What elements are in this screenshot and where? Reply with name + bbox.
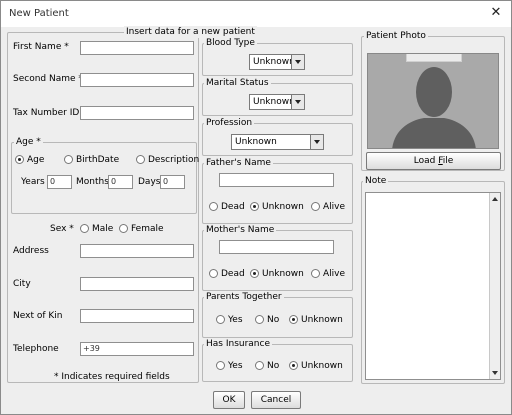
parents-yes-radio[interactable] — [216, 315, 225, 324]
blood-type-value: Unknown — [253, 57, 295, 67]
avatar-silhouette-icon — [392, 67, 476, 148]
profession-select[interactable]: Unknown — [231, 134, 324, 150]
first-name-label: First Name * — [13, 42, 69, 52]
father-dead-label: Dead — [221, 202, 245, 212]
sex-label: Sex * — [50, 224, 74, 234]
scroll-up-icon[interactable] — [492, 197, 498, 201]
chevron-down-icon[interactable] — [291, 55, 304, 69]
male-radio[interactable] — [80, 224, 89, 233]
new-patient-dialog: New Patient ✕ Insert data for a new pati… — [0, 0, 512, 415]
mother-dead-radio[interactable] — [209, 269, 218, 278]
first-name-field[interactable] — [80, 41, 194, 55]
address-field[interactable] — [80, 244, 194, 258]
father-alive-label: Alive — [323, 202, 346, 212]
required-fields-note: * Indicates required fields — [54, 372, 170, 382]
chevron-down-icon[interactable] — [291, 95, 304, 109]
insurance-yes-label: Yes — [228, 361, 243, 371]
age-option-label: Age — [27, 155, 45, 165]
patient-photo — [367, 53, 499, 149]
female-label: Female — [131, 224, 164, 234]
father-unknown-radio[interactable] — [250, 202, 259, 211]
parents-together-legend: Parents Together — [204, 291, 284, 303]
profession-legend: Profession — [204, 117, 255, 129]
tax-number-label: Tax Number ID — [13, 108, 80, 118]
parents-unknown-label: Unknown — [301, 315, 343, 325]
note-textarea[interactable] — [365, 192, 501, 380]
marital-status-value: Unknown — [253, 97, 295, 107]
scroll-down-icon[interactable] — [492, 371, 498, 375]
father-alive-radio[interactable] — [311, 202, 320, 211]
age-radio[interactable] — [15, 155, 24, 164]
months-label: Months — [76, 177, 109, 187]
parents-no-label: No — [267, 315, 280, 325]
has-insurance-legend: Has Insurance — [204, 338, 272, 350]
blood-type-legend: Blood Type — [204, 37, 257, 49]
insurance-yes-radio[interactable] — [216, 361, 225, 370]
address-label: Address — [13, 246, 49, 256]
years-field[interactable]: 0 — [47, 175, 72, 189]
days-label: Days — [138, 177, 161, 187]
patient-photo-legend: Patient Photo — [364, 30, 428, 42]
marital-status-select[interactable]: Unknown — [249, 94, 305, 110]
months-field[interactable]: 0 — [108, 175, 133, 189]
insurance-unknown-label: Unknown — [301, 361, 343, 371]
mother-unknown-label: Unknown — [262, 269, 304, 279]
mother-dead-label: Dead — [221, 269, 245, 279]
city-field[interactable] — [80, 277, 194, 291]
note-legend: Note — [363, 175, 389, 187]
chevron-down-icon[interactable] — [310, 135, 323, 149]
tax-number-field[interactable] — [80, 106, 194, 120]
telephone-label: Telephone — [13, 344, 59, 354]
cancel-button[interactable]: Cancel — [251, 391, 301, 409]
mother-legend: Mother's Name — [204, 224, 277, 236]
years-label: Years — [21, 177, 45, 187]
ok-button[interactable]: OK — [213, 391, 245, 409]
father-dead-radio[interactable] — [209, 202, 218, 211]
days-field[interactable]: 0 — [160, 175, 185, 189]
age-group-legend: Age * — [14, 136, 43, 148]
mother-alive-label: Alive — [323, 269, 346, 279]
insurance-no-radio[interactable] — [255, 361, 264, 370]
note-scrollbar[interactable] — [489, 193, 500, 379]
close-icon[interactable]: ✕ — [487, 4, 505, 22]
second-name-field[interactable] — [80, 73, 194, 87]
mother-alive-radio[interactable] — [311, 269, 320, 278]
father-unknown-label: Unknown — [262, 202, 304, 212]
mother-unknown-radio[interactable] — [250, 269, 259, 278]
male-label: Male — [92, 224, 114, 234]
female-radio[interactable] — [119, 224, 128, 233]
parents-no-radio[interactable] — [255, 315, 264, 324]
parents-yes-label: Yes — [228, 315, 243, 325]
second-name-label: Second Name * — [13, 74, 83, 84]
father-legend: Father's Name — [204, 157, 273, 169]
birthdate-option-label: BirthDate — [76, 155, 120, 165]
city-label: City — [13, 279, 31, 289]
title-bar: New Patient ✕ — [1, 1, 511, 27]
marital-status-legend: Marital Status — [204, 77, 271, 89]
parents-unknown-radio[interactable] — [289, 315, 298, 324]
next-of-kin-field[interactable] — [80, 309, 194, 323]
insurance-no-label: No — [267, 361, 280, 371]
description-radio[interactable] — [136, 155, 145, 164]
blood-type-select[interactable]: Unknown — [249, 54, 305, 70]
window-title: New Patient — [9, 8, 69, 19]
load-file-button[interactable]: Load File — [366, 152, 501, 170]
birthdate-radio[interactable] — [64, 155, 73, 164]
next-of-kin-label: Next of Kin — [13, 311, 63, 321]
profession-value: Unknown — [235, 137, 277, 147]
insurance-unknown-radio[interactable] — [289, 361, 298, 370]
father-name-field[interactable] — [219, 173, 334, 187]
telephone-field[interactable]: +39 — [80, 342, 194, 356]
description-option-label: Description — [148, 155, 200, 165]
mother-name-field[interactable] — [219, 240, 334, 254]
